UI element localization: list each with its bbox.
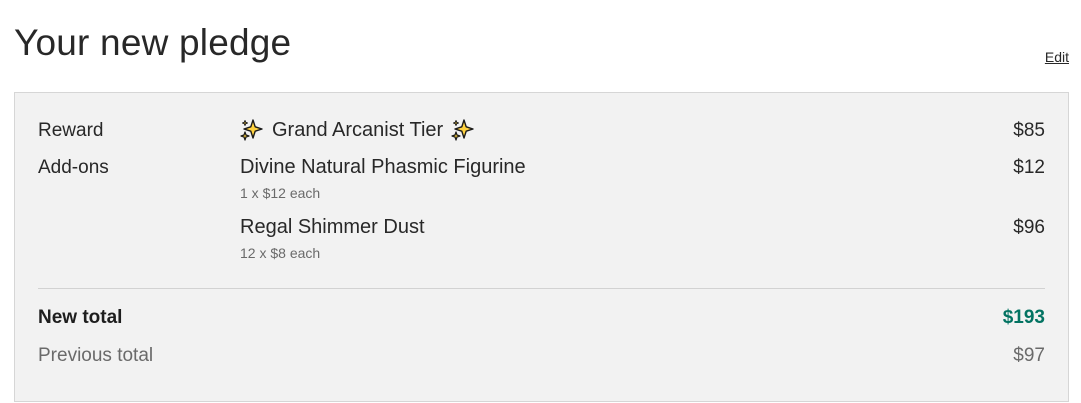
reward-item: Grand Arcanist Tier <box>240 118 475 142</box>
addon-quantity: 12 x $8 each <box>240 245 321 261</box>
addon-row: Regal Shimmer Dust 12 x $8 each $96 <box>38 216 1045 276</box>
reward-row: Reward Grand Arcanist Tier $85 <box>38 119 1045 147</box>
addon-quantity: 1 x $12 each <box>240 185 321 201</box>
addon-name: Divine Natural Phasmic Figurine <box>240 156 526 178</box>
addon-row: Add-ons Divine Natural Phasmic Figurine … <box>38 156 1045 216</box>
reward-price: $85 <box>1013 120 1045 141</box>
addon-item: Divine Natural Phasmic Figurine 1 x $12 … <box>240 156 526 201</box>
pledge-summary-box: Reward Grand Arcanist Tier $85 Add-ons D… <box>14 92 1069 402</box>
reward-label: Reward <box>38 120 104 141</box>
sparkles-icon <box>240 119 263 141</box>
edit-link[interactable]: Edit <box>1045 49 1069 65</box>
previous-total-value: $97 <box>1013 345 1045 366</box>
sparkles-icon <box>451 119 474 141</box>
previous-total-row: Previous total $97 <box>38 345 1045 373</box>
addon-price: $12 <box>1013 157 1045 178</box>
reward-name: Grand Arcanist Tier <box>272 118 444 141</box>
reward-name-line: Grand Arcanist Tier <box>240 118 475 142</box>
divider <box>38 288 1045 289</box>
new-total-label: New total <box>38 307 123 328</box>
addon-name: Regal Shimmer Dust <box>240 216 425 238</box>
addon-price: $96 <box>1013 217 1045 238</box>
page-title: Your new pledge <box>14 22 292 63</box>
new-total-row: New total $193 <box>38 307 1045 335</box>
new-total-value: $193 <box>1002 307 1045 328</box>
addon-item: Regal Shimmer Dust 12 x $8 each <box>240 216 425 261</box>
pledge-summary-page: Your new pledge Edit Reward Grand Arcani… <box>0 0 1081 403</box>
previous-total-label: Previous total <box>38 345 154 366</box>
addons-label: Add-ons <box>38 157 109 178</box>
